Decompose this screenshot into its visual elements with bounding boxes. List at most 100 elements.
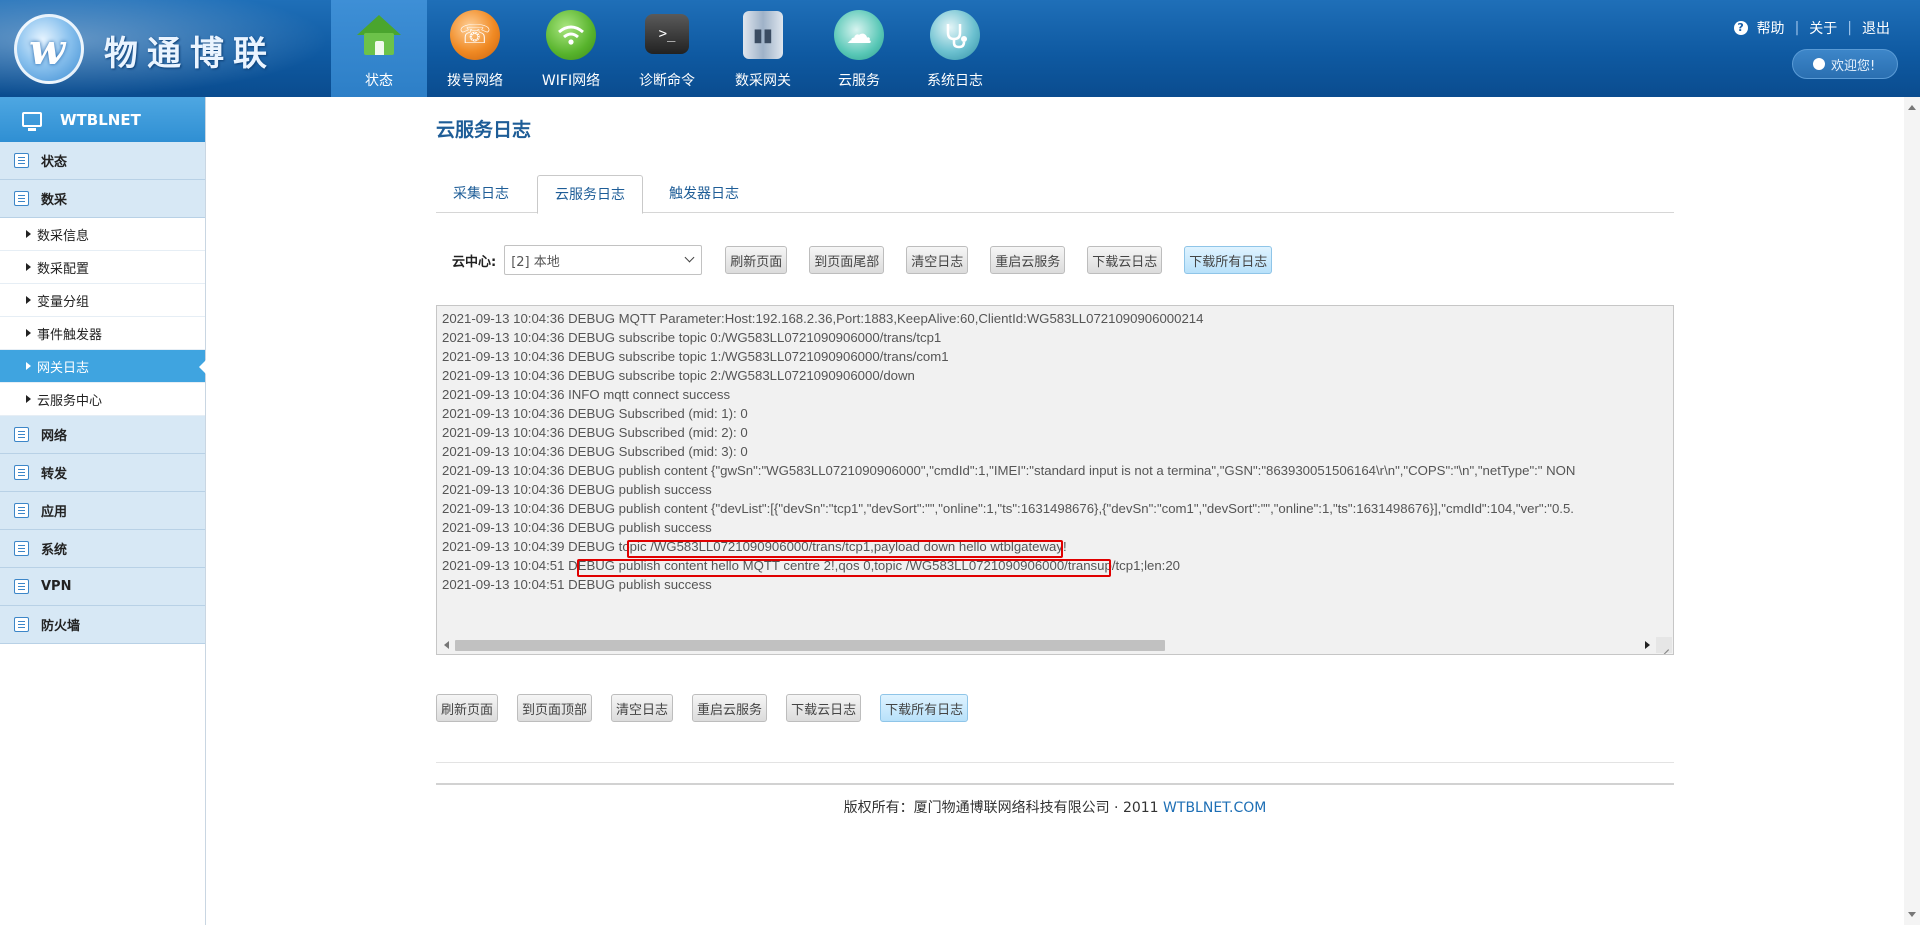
caret-right-icon xyxy=(26,230,31,238)
sidebar-group-label: 数采 xyxy=(41,193,68,208)
refresh-page-button[interactable]: 刷新页面 xyxy=(725,246,788,274)
scrollbar-thumb[interactable] xyxy=(455,640,1165,651)
nav-data-gateway[interactable]: ▮▮ 数采网关 xyxy=(715,0,811,97)
log-line: 2021-09-13 10:04:36 DEBUG publish conten… xyxy=(442,501,1574,516)
restart-cloud-service-button[interactable]: 重启云服务 xyxy=(990,246,1066,274)
log-line: 2021-09-13 10:04:36 INFO mqtt connect su… xyxy=(442,387,731,402)
resize-handle-icon[interactable] xyxy=(1656,637,1672,653)
about-link[interactable]: 关于 xyxy=(1809,18,1837,38)
sidebar-group-vpn[interactable]: VPN xyxy=(0,568,205,606)
cloud-center-value: [2] 本地 xyxy=(511,254,560,270)
help-link[interactable]: 帮助 xyxy=(1757,18,1785,38)
sidebar-item-label: 数采信息 xyxy=(37,228,90,244)
scroll-right-icon xyxy=(1645,641,1650,649)
sidebar-item-gateway-log[interactable]: 网关日志 xyxy=(0,350,206,383)
caret-right-icon xyxy=(26,296,31,304)
page-vertical-scrollbar[interactable] xyxy=(1904,97,1920,925)
footer-link[interactable]: WTBLNET.COM xyxy=(1163,800,1266,816)
user-icon xyxy=(1813,58,1825,70)
sidebar-group-label: VPN xyxy=(41,579,72,594)
log-textarea[interactable]: 2021-09-13 10:04:36 DEBUG MQTT Parameter… xyxy=(436,305,1674,655)
nav-label: WIFI网络 xyxy=(541,73,601,89)
caret-right-icon xyxy=(26,362,31,370)
download-cloud-log-button-bottom[interactable]: 下载云日志 xyxy=(786,694,862,722)
terminal-icon: >_ xyxy=(645,14,689,54)
log-line: 2021-09-13 10:04:51 DEBUG publish succes… xyxy=(442,577,712,592)
log-line: 2021-09-13 10:04:36 DEBUG subscribe topi… xyxy=(442,349,949,364)
sidebar-group-forward[interactable]: 转发 xyxy=(0,454,205,492)
restart-cloud-service-button-bottom[interactable]: 重启云服务 xyxy=(692,694,768,722)
nav-cloud-service[interactable]: ☁ 云服务 xyxy=(811,0,907,97)
refresh-page-button-bottom[interactable]: 刷新页面 xyxy=(436,694,499,722)
caret-right-icon xyxy=(26,395,31,403)
tab-trigger-log[interactable]: 触发器日志 xyxy=(652,175,756,214)
caret-right-icon xyxy=(26,329,31,337)
download-all-logs-button-bottom[interactable]: 下载所有日志 xyxy=(880,694,969,722)
cloud-icon: ☁ xyxy=(834,10,884,60)
log-line: 2021-09-13 10:04:36 DEBUG Subscribed (mi… xyxy=(442,444,748,459)
sidebar-group-network[interactable]: 网络 xyxy=(0,416,205,454)
gateway-icon: ▮▮ xyxy=(743,11,783,59)
divider xyxy=(436,762,1674,763)
cloud-center-label: 云中心: xyxy=(452,254,497,270)
sidebar-group-status[interactable]: 状态 xyxy=(0,142,205,180)
sidebar-group-system[interactable]: 系统 xyxy=(0,530,205,568)
log-line: 2021-09-13 10:04:36 DEBUG subscribe topi… xyxy=(442,368,915,383)
nav-diagnostic-command[interactable]: >_ 诊断命令 xyxy=(619,0,715,97)
page-title: 云服务日志 xyxy=(436,119,532,141)
log-tabs: 采集日志 云服务日志 触发器日志 xyxy=(436,175,1674,214)
sidebar-group-firewall[interactable]: 防火墙 xyxy=(0,606,205,644)
cloud-center-select[interactable]: [2] 本地 xyxy=(504,245,703,275)
log-line: 2021-09-13 10:04:36 DEBUG publish succes… xyxy=(442,482,712,497)
clear-log-button-bottom[interactable]: 清空日志 xyxy=(611,694,674,722)
brand-logo-icon: w xyxy=(14,14,84,84)
tab-collect-log[interactable]: 采集日志 xyxy=(436,175,526,214)
tab-cloud-service-log[interactable]: 云服务日志 xyxy=(537,175,643,214)
sidebar-item-data-info[interactable]: 数采信息 xyxy=(0,218,205,251)
sidebar-group-label: 状态 xyxy=(41,155,68,170)
sidebar-group-label: 防火墙 xyxy=(41,619,81,634)
sidebar-group-collect[interactable]: 数采 xyxy=(0,180,205,218)
sidebar-title-text: WTBLNET xyxy=(60,110,141,129)
sidebar-item-data-config[interactable]: 数采配置 xyxy=(0,251,205,284)
highlight-box-received xyxy=(627,540,1063,558)
welcome-text: 欢迎您! xyxy=(1831,58,1876,74)
logout-link[interactable]: 退出 xyxy=(1862,18,1890,38)
chevron-down-icon xyxy=(684,252,695,263)
sidebar-item-label: 云服务中心 xyxy=(37,393,103,409)
download-all-logs-button[interactable]: 下载所有日志 xyxy=(1184,246,1273,274)
nav-dial-network[interactable]: ☏ 拨号网络 xyxy=(427,0,523,97)
welcome-badge: 欢迎您! xyxy=(1792,49,1898,79)
brand-name: 物通博联 xyxy=(104,34,276,74)
sidebar-item-label: 网关日志 xyxy=(37,360,90,376)
nav-system-log[interactable]: 系统日志 xyxy=(907,0,1003,97)
go-bottom-button[interactable]: 到页面尾部 xyxy=(809,246,885,274)
list-icon xyxy=(14,465,29,480)
sidebar-item-label: 变量分组 xyxy=(37,294,90,310)
download-cloud-log-button[interactable]: 下载云日志 xyxy=(1087,246,1163,274)
scroll-left-icon xyxy=(444,641,449,649)
log-line: 2021-09-13 10:04:36 DEBUG subscribe topi… xyxy=(442,330,942,345)
log-line: 2021-09-13 10:04:36 DEBUG publish succes… xyxy=(442,520,712,535)
nav-label: 诊断命令 xyxy=(639,73,695,89)
log-line: 2021-09-13 10:04:36 DEBUG Subscribed (mi… xyxy=(442,406,748,421)
go-top-button[interactable]: 到页面顶部 xyxy=(517,694,593,722)
nav-label: 数采网关 xyxy=(735,73,791,89)
sidebar-item-cloud-center[interactable]: 云服务中心 xyxy=(0,383,205,416)
link-separator: | xyxy=(1847,20,1852,36)
list-icon xyxy=(14,579,29,594)
nav-wifi-network[interactable]: WIFI网络 xyxy=(523,0,619,97)
sidebar-item-variable-group[interactable]: 变量分组 xyxy=(0,284,205,317)
sidebar-item-event-trigger[interactable]: 事件触发器 xyxy=(0,317,205,350)
clear-log-button[interactable]: 清空日志 xyxy=(906,246,969,274)
list-icon xyxy=(14,191,29,206)
nav-label: 拨号网络 xyxy=(447,73,503,89)
sidebar-group-app[interactable]: 应用 xyxy=(0,492,205,530)
horizontal-scrollbar[interactable] xyxy=(438,637,1658,653)
nav-label: 状态 xyxy=(365,73,393,89)
sidebar-group-label: 转发 xyxy=(41,467,68,482)
nav-label: 云服务 xyxy=(838,73,880,89)
nav-status[interactable]: 状态 xyxy=(331,0,427,97)
top-links: ? 帮助 | 关于 | 退出 xyxy=(1733,18,1890,38)
divider xyxy=(436,783,1674,785)
